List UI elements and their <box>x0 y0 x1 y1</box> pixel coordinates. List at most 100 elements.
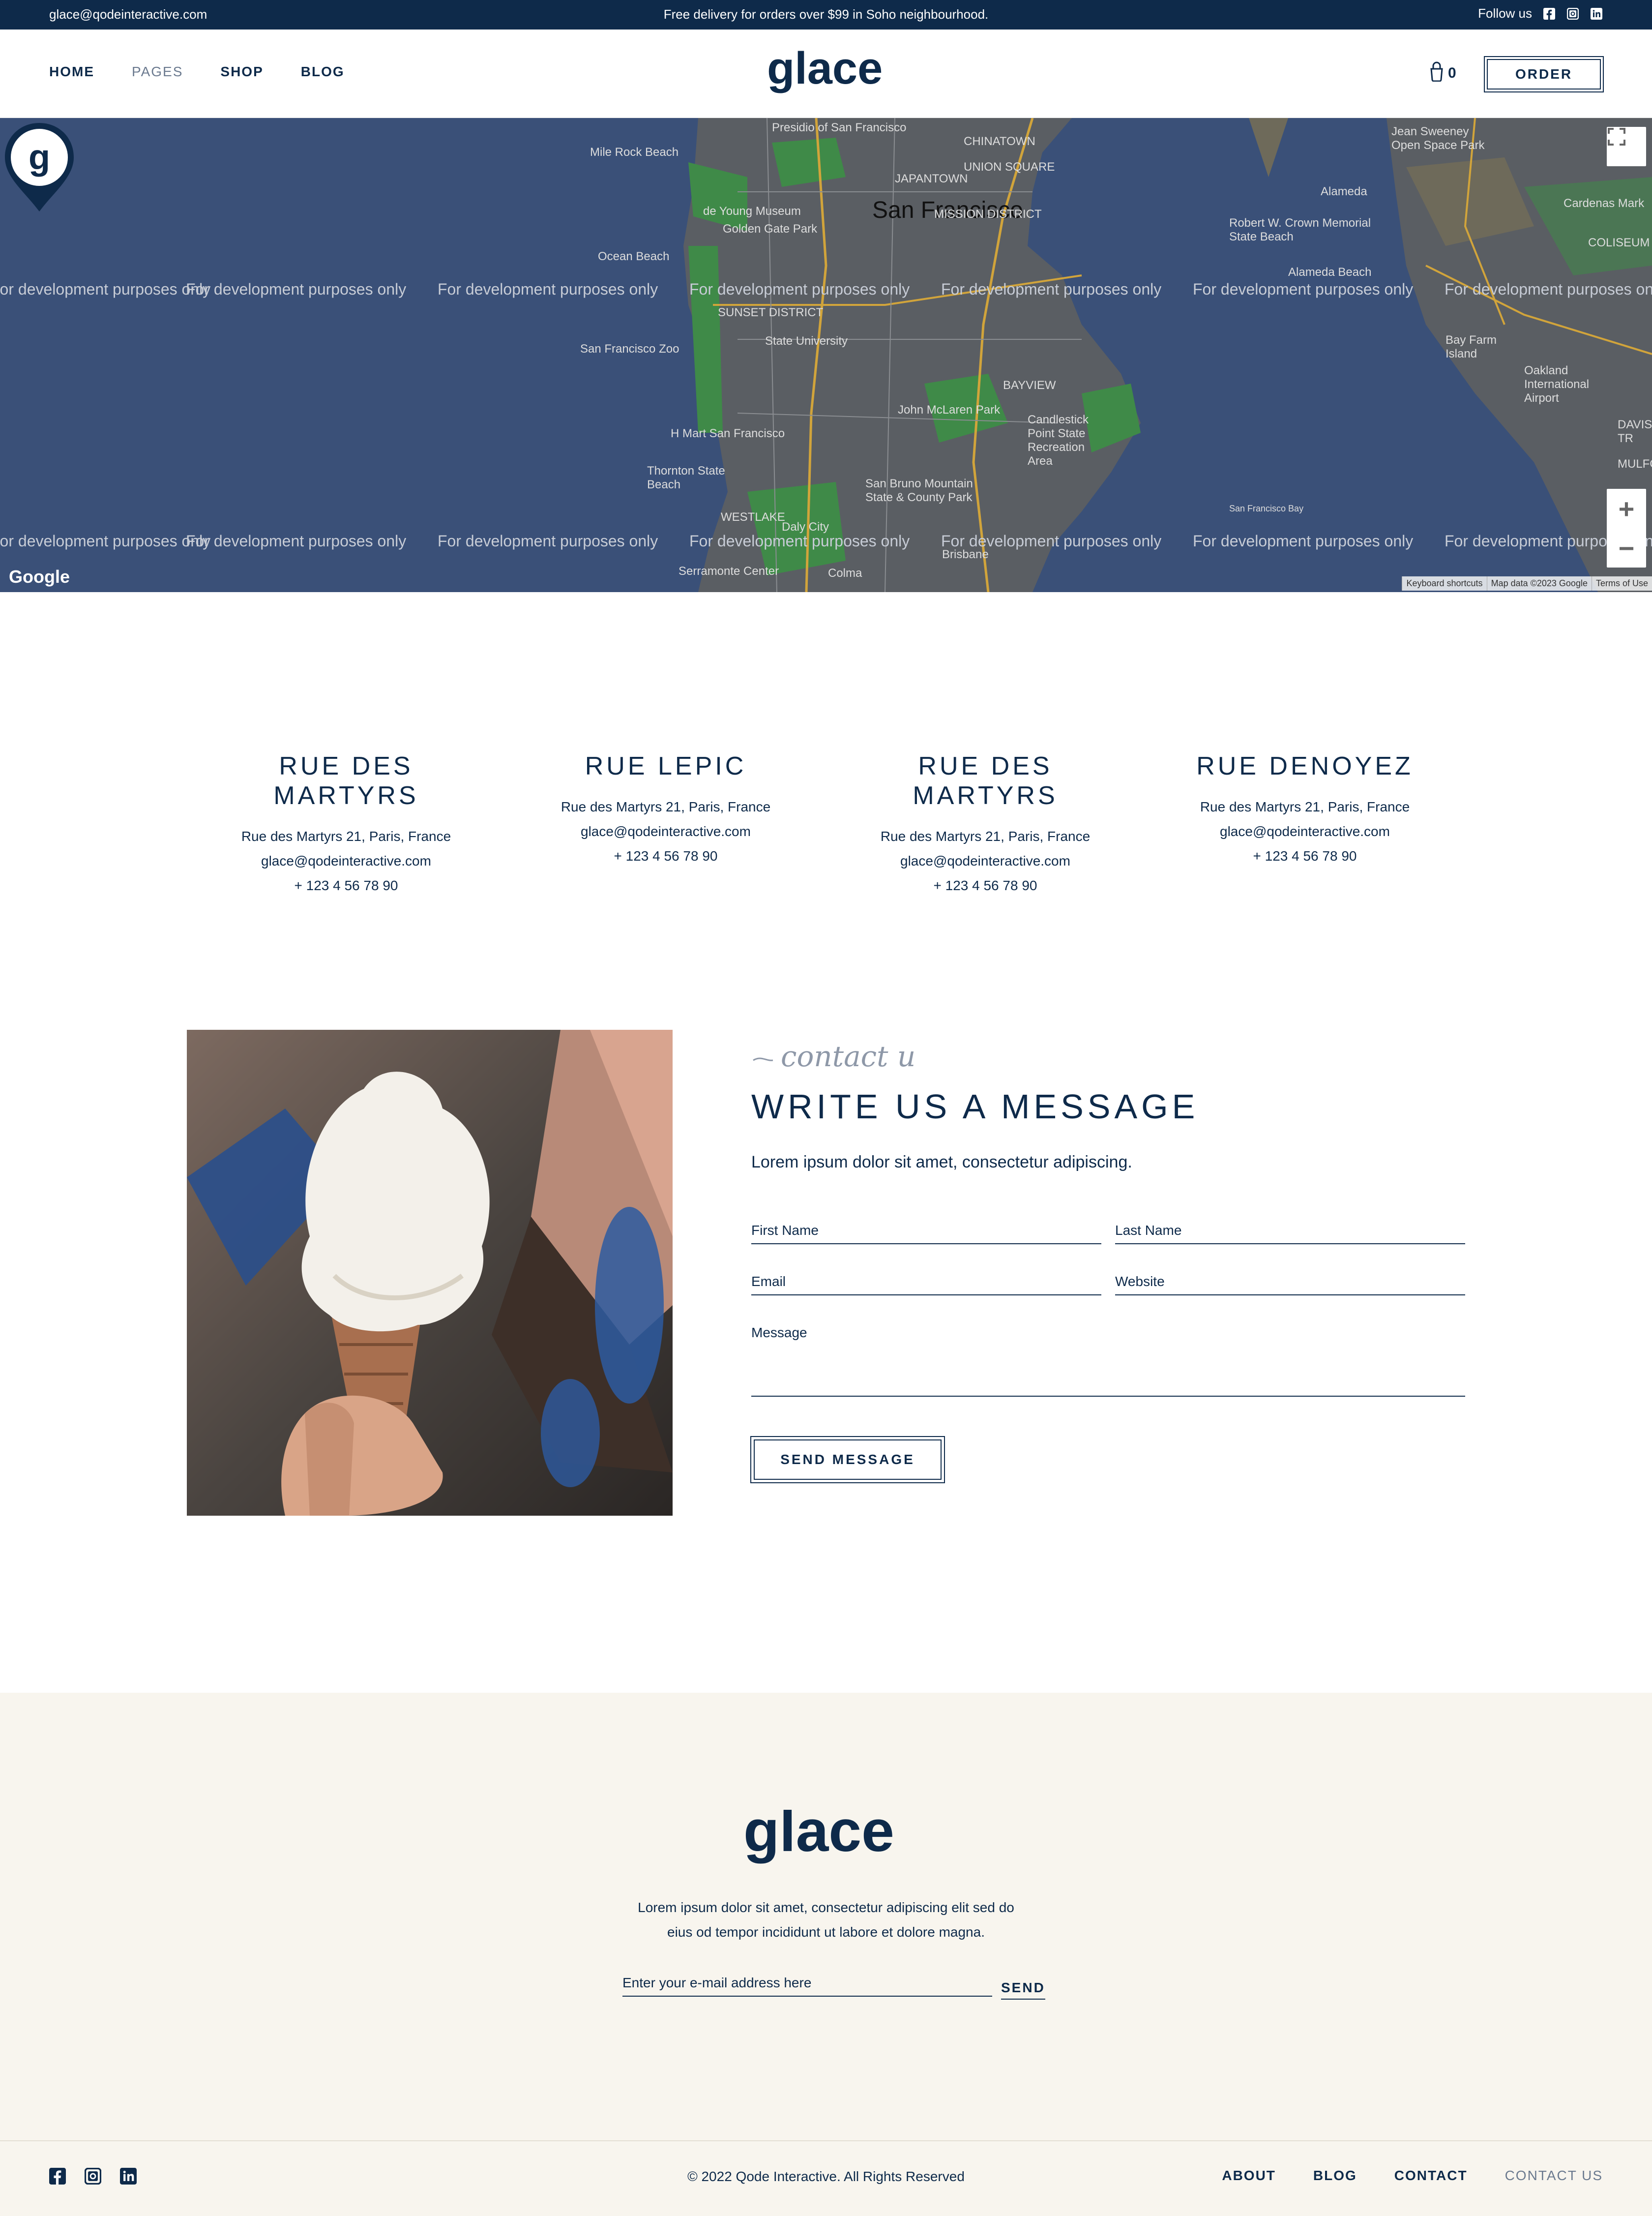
location-phone[interactable]: + 123 4 56 78 90 <box>538 844 794 868</box>
nav-shop[interactable]: SHOP <box>220 64 263 80</box>
map-place-label: WESTLAKE <box>721 510 785 524</box>
location-card: RUE DENOYEZ Rue des Martyrs 21, Paris, F… <box>1177 751 1433 868</box>
location-card: RUE LEPIC Rue des Martyrs 21, Paris, Fra… <box>538 751 794 868</box>
nav-home[interactable]: HOME <box>49 64 94 80</box>
footer-divider <box>0 2140 1652 2141</box>
map-place-label: Mile Rock Beach <box>590 146 679 159</box>
location-title: RUE DENOYEZ <box>1196 752 1414 780</box>
location-title: RUE DES MARTYRS <box>273 752 419 810</box>
map-marker-icon[interactable]: g <box>0 118 79 216</box>
map-watermark: For development purposes only <box>186 532 407 550</box>
order-button[interactable]: ORDER <box>1484 56 1604 92</box>
newsletter-email-input[interactable]: Enter your e-mail address here <box>622 1975 992 1997</box>
location-card: RUE DES MARTYRS Rue des Martyrs 21, Pari… <box>218 751 474 898</box>
map-place-label: H Mart San Francisco <box>671 427 785 440</box>
topbar-social: Follow us <box>1478 6 1603 21</box>
send-message-button[interactable]: SEND MESSAGE <box>750 1436 945 1483</box>
site-header: HOME PAGES SHOP BLOG glace 0 ORDER <box>0 30 1652 118</box>
google-logo[interactable]: Google <box>9 567 70 587</box>
fullscreen-icon <box>1608 128 1625 146</box>
map-place-label: Colma <box>828 567 862 580</box>
nav-pages[interactable]: PAGES <box>132 64 183 80</box>
terms-link[interactable]: Terms of Use <box>1591 576 1652 591</box>
email-field[interactable]: Email <box>751 1274 1101 1295</box>
footer-link-blog[interactable]: BLOG <box>1313 2168 1357 2184</box>
site-footer: glace Lorem ipsum dolor sit amet, consec… <box>0 1693 1652 2216</box>
footer-description: Lorem ipsum dolor sit amet, consectetur … <box>605 1895 1047 1945</box>
footer-link-about[interactable]: ABOUT <box>1222 2168 1276 2184</box>
map-watermark: For development purposes only <box>1193 280 1414 298</box>
footer-nav: ABOUT BLOG CONTACT CONTACT US <box>1222 2168 1603 2184</box>
map-attribution: Keyboard shortcuts Map data ©2023 Google… <box>1402 576 1652 591</box>
map-place-label: Cardenas Mark <box>1564 197 1645 210</box>
map-watermark: For development purposes only <box>1445 280 1652 298</box>
main-nav: HOME PAGES SHOP BLOG <box>49 64 345 80</box>
map-place-label: Serramonte Center <box>678 565 779 578</box>
location-address: Rue des Martyrs 21, Paris, France <box>241 829 451 844</box>
topbar-promo: Free delivery for orders over $99 in Soh… <box>663 7 989 22</box>
map-place-label: San Bruno Mountain State & County Park <box>865 477 973 504</box>
contact-title: WRITE US A MESSAGE <box>751 1087 1199 1126</box>
map-place-label: Alameda Beach <box>1288 266 1372 279</box>
location-map[interactable]: For development purposes only For develo… <box>0 118 1652 592</box>
map-place-label: Thornton State Beach <box>647 464 725 491</box>
footer-logo[interactable]: glace <box>743 1810 909 1875</box>
map-place-label: Ocean Beach <box>598 250 670 263</box>
top-bar: glace@qodeinteractive.com Free delivery … <box>0 0 1652 30</box>
svg-text:glace: glace <box>743 1810 894 1864</box>
newsletter-send-button[interactable]: SEND <box>1001 1980 1045 2000</box>
ice-cream-photo <box>187 1030 673 1516</box>
map-place-label: BAYVIEW <box>1003 379 1056 392</box>
cart[interactable]: 0 <box>1428 61 1456 82</box>
map-place-label: Robert W. Crown Memorial State Beach <box>1229 216 1371 243</box>
zoom-in-button[interactable]: + <box>1607 489 1646 528</box>
location-title: RUE LEPIC <box>585 752 747 780</box>
map-place-label: John McLaren Park <box>898 403 1001 417</box>
website-field[interactable]: Website <box>1115 1274 1465 1295</box>
message-field[interactable]: Message <box>751 1325 1465 1397</box>
map-place-label: State University <box>765 334 848 348</box>
location-phone[interactable]: + 123 4 56 78 90 <box>218 873 474 898</box>
location-email[interactable]: glace@qodeinteractive.com <box>538 819 794 844</box>
location-phone[interactable]: + 123 4 56 78 90 <box>1177 844 1433 868</box>
zoom-controls: + − <box>1607 489 1646 568</box>
map-place-label: SUNSET DISTRICT <box>718 306 824 319</box>
site-logo[interactable]: glace <box>767 49 885 103</box>
map-place-label: San Francisco Zoo <box>580 342 679 356</box>
map-watermark: For development purposes only <box>438 280 658 298</box>
location-email[interactable]: glace@qodeinteractive.com <box>218 849 474 873</box>
instagram-icon[interactable] <box>1566 7 1579 20</box>
svg-text:g: g <box>29 138 50 177</box>
map-place-label: MULFORD <box>1618 457 1652 471</box>
facebook-icon[interactable] <box>1543 7 1556 20</box>
map-watermark: For development purposes only <box>941 280 1162 298</box>
location-email[interactable]: glace@qodeinteractive.com <box>1177 819 1433 844</box>
linkedin-icon[interactable] <box>1590 7 1603 20</box>
map-place-label: Oakland International Airport <box>1524 364 1590 405</box>
map-watermark: For development purposes only <box>689 532 910 550</box>
map-place-label: de Young Museum <box>703 205 801 218</box>
map-place-label: Bay Farm Island <box>1446 333 1497 360</box>
cart-bag-icon <box>1430 61 1443 82</box>
map-place-label: JAPANTOWN <box>895 172 968 185</box>
map-watermark: For development purposes only <box>186 280 407 298</box>
map-watermark: For development purposes only <box>0 532 211 550</box>
location-card: RUE DES MARTYRS Rue des Martyrs 21, Pari… <box>857 751 1113 898</box>
location-email[interactable]: glace@qodeinteractive.com <box>857 849 1113 873</box>
map-place-label: Jean Sweeney Open Space Park <box>1391 125 1485 152</box>
map-place-label: Alameda <box>1321 185 1367 198</box>
map-place-label: DAVIS TR <box>1618 418 1652 445</box>
keyboard-shortcuts-link[interactable]: Keyboard shortcuts <box>1402 576 1486 591</box>
map-place-label: San Francisco Bay <box>1229 504 1304 513</box>
footer-link-contact[interactable]: CONTACT <box>1394 2168 1468 2184</box>
location-phone[interactable]: + 123 4 56 78 90 <box>857 873 1113 898</box>
contact-subtitle: Lorem ipsum dolor sit amet, consectetur … <box>751 1153 1132 1171</box>
map-watermark: For development purposes only <box>438 532 658 550</box>
location-address: Rue des Martyrs 21, Paris, France <box>1200 799 1410 814</box>
fullscreen-button[interactable] <box>1607 127 1646 166</box>
last-name-field[interactable]: Last Name <box>1115 1223 1465 1244</box>
nav-blog[interactable]: BLOG <box>301 64 345 80</box>
zoom-out-button[interactable]: − <box>1607 528 1646 568</box>
footer-link-contact-us[interactable]: CONTACT US <box>1505 2168 1603 2184</box>
first-name-field[interactable]: First Name <box>751 1223 1101 1244</box>
